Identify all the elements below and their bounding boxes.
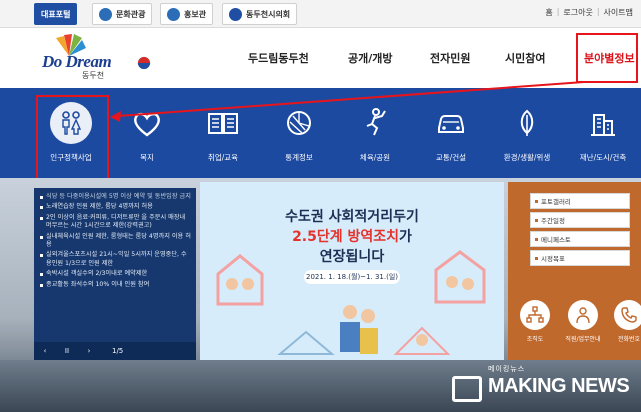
list-item[interactable]: 노래연습장 인원 제한, 룸당 4명까지 허용	[40, 203, 192, 211]
banner-illustration-icon	[216, 250, 486, 355]
list-item[interactable]: 실내체육시설 인원 제한, 룸형태는 룸당 4명까지 이용 허용	[40, 233, 192, 250]
tile-org-chart[interactable]: 조직도	[512, 300, 558, 343]
making-news-watermark: 메이킹뉴스 MAKING NEWS	[452, 358, 638, 408]
news-page-counter: 1/5	[112, 347, 124, 355]
list-item[interactable]: 실외겨울스포츠시설 21시~익일 5시까지 운영중단, 수용인원 1/3으로 인…	[40, 251, 192, 268]
list-item[interactable]: 식당 등 다중이용시설에 5명 이상 예약 및 동반입장 금지	[40, 193, 192, 201]
quick-link-photo-gallery[interactable]: 포토갤러리	[530, 193, 630, 209]
tile-phone-directory[interactable]: 전화번호	[606, 300, 641, 343]
news-list: 식당 등 다중이용시설에 5명 이상 예약 및 동반입장 금지 노래연습장 인원…	[40, 193, 192, 291]
list-item[interactable]: 숙박시설 객실수의 2/3이내로 예약제한	[40, 270, 192, 278]
staff-icon	[576, 307, 590, 324]
list-item[interactable]: 종교활동 좌석수의 10% 이내 인원 참여	[40, 281, 192, 289]
tile-staff-guide[interactable]: 직원/업무안내	[560, 300, 606, 343]
news-controls: ‹ II › 1/5	[34, 342, 196, 360]
phone-icon	[621, 307, 637, 323]
org-chart-icon	[526, 306, 544, 323]
list-item[interactable]: 2인 이상이 음료·커피류, 디저트류만 을 주문시 매장내 머무르는 시간 1…	[40, 214, 192, 231]
news-pause-button[interactable]: II	[56, 347, 78, 355]
watermark-logo-icon	[452, 376, 482, 402]
quick-link-manifesto[interactable]: 메니페스토	[530, 231, 630, 247]
news-prev-button[interactable]: ‹	[34, 347, 56, 355]
quick-link-weekly-schedule[interactable]: 주간일정	[530, 212, 630, 228]
news-next-button[interactable]: ›	[78, 347, 100, 355]
covid-banner[interactable]: 수도권 사회적거리두기 2.5단계 방역조치가 연장됩니다 2021. 1. 1…	[200, 182, 504, 360]
quick-link-city-goals[interactable]: 시정목표	[530, 250, 630, 266]
